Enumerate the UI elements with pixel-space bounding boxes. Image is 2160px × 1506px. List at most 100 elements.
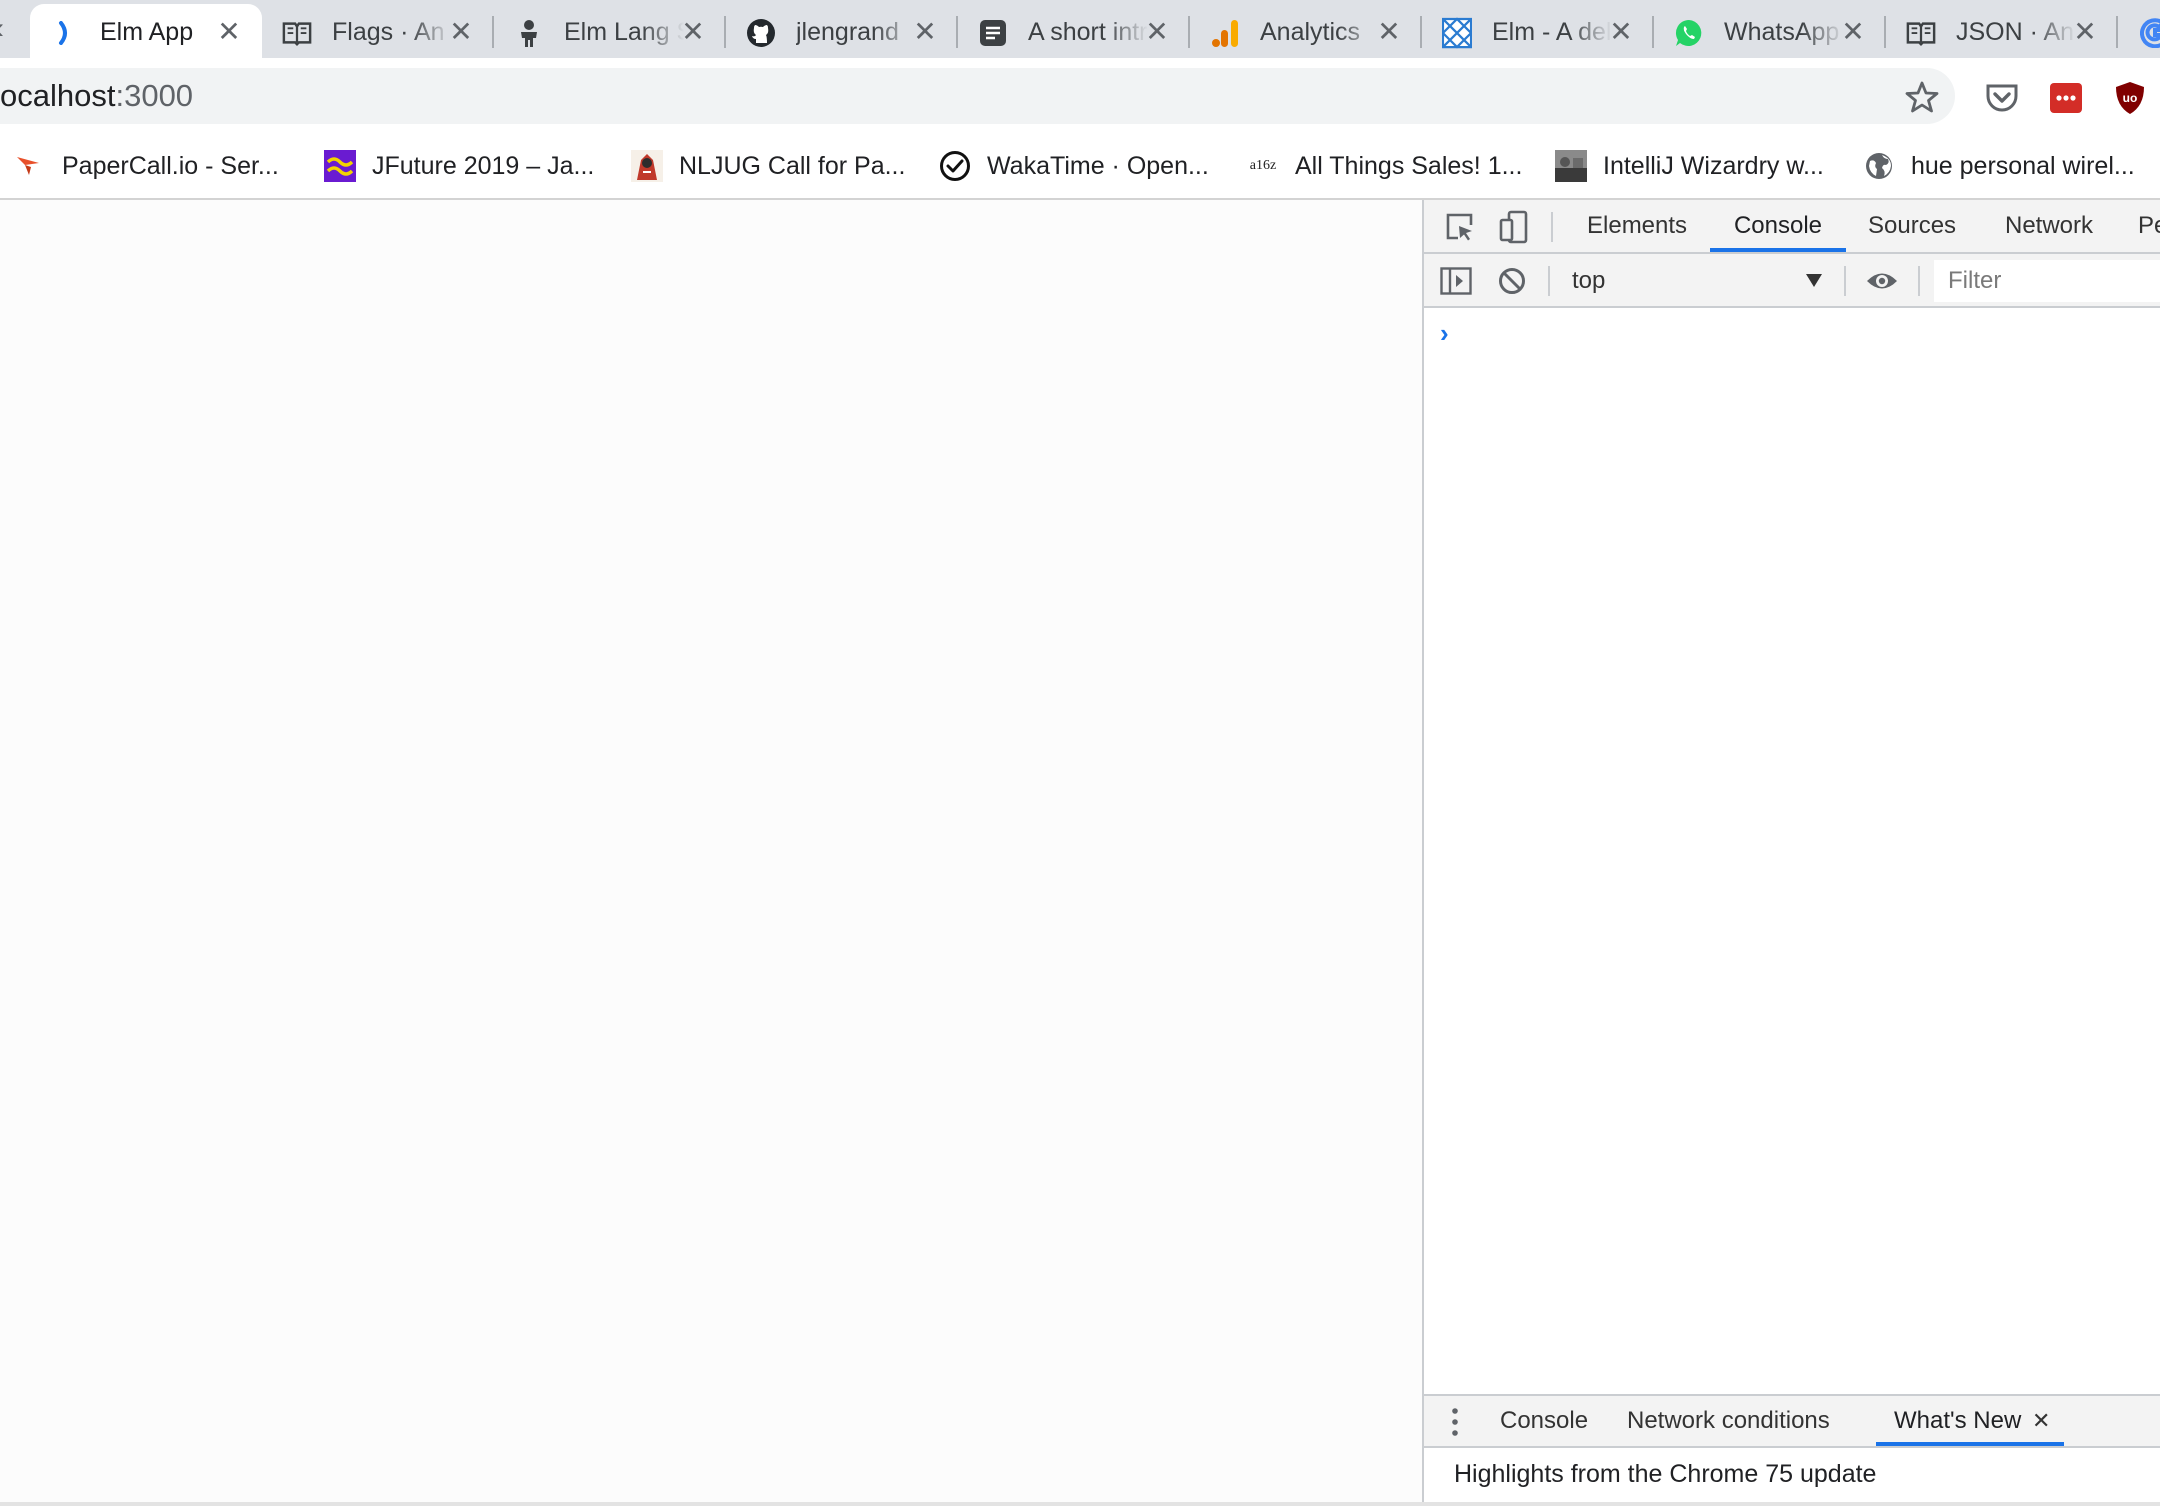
close-icon[interactable]: ✕ <box>214 17 244 47</box>
book-icon <box>1906 18 1936 48</box>
bookmark-intellij-wizardry[interactable]: IntelliJ Wizardry w... <box>1555 144 1824 188</box>
url-host: ocalhost <box>0 78 116 113</box>
devtools-drawer: Console Network conditions What's New ✕ … <box>1424 1394 2160 1506</box>
bookmark-wakatime[interactable]: WakaTime · Open... <box>939 144 1209 188</box>
whats-new-panel: Highlights from the Chrome 75 update <box>1424 1448 2160 1506</box>
address-bar[interactable]: ocalhost:3000 <box>0 68 1955 124</box>
inspect-element-icon[interactable] <box>1442 209 1478 245</box>
close-icon[interactable]: ✕ <box>446 17 476 47</box>
tab-elm-delightful[interactable]: Elm - A delightful language ✕ <box>1422 4 1654 58</box>
tab-title: Elm App <box>100 18 194 46</box>
bookmark-papercall[interactable]: PaperCall.io - Ser... <box>14 144 279 188</box>
console-toolbar: top <box>1424 254 2160 308</box>
tab-strip: ‹ Elm App ✕ Flags · An Introduction to E… <box>0 0 2160 58</box>
tab-title: Elm Lang Slack <box>564 18 684 46</box>
document-icon <box>978 18 1008 48</box>
url-port: :3000 <box>115 78 194 113</box>
more-menu-icon[interactable] <box>1450 1406 1460 1438</box>
devtools-panel: Elements Console Sources Network Pe top … <box>1422 200 2160 1506</box>
close-icon[interactable]: ✕ <box>910 17 940 47</box>
bookmark-label: IntelliJ Wizardry w... <box>1603 151 1824 180</box>
toolbar-divider <box>1918 266 1920 296</box>
devtools-tab-bar: Elements Console Sources Network Pe <box>1424 200 2160 254</box>
toolbar-divider <box>1548 266 1550 296</box>
tab-elm-lang-slack[interactable]: Elm Lang Slack ✕ <box>494 4 726 58</box>
bookmark-label: hue personal wirel... <box>1911 151 2135 180</box>
bookmark-label: NLJUG Call for Pa... <box>679 151 906 180</box>
bookmark-all-things-sales[interactable]: a16z All Things Sales! 1... <box>1247 144 1523 188</box>
tab-title: WhatsApp <box>1724 18 1840 46</box>
tab-sources[interactable]: Sources <box>1868 200 1956 252</box>
chevron-left-icon[interactable]: ‹ <box>0 14 4 44</box>
tab-whatsapp[interactable]: WhatsApp ✕ <box>1654 4 1886 58</box>
clear-console-icon[interactable] <box>1494 263 1530 299</box>
show-sidebar-icon[interactable] <box>1438 263 1474 299</box>
tab-title: Analytics <box>1260 18 1361 46</box>
tab-title: Flags · An Introduction to Elm <box>332 18 452 46</box>
bookmark-label: WakaTime · Open... <box>987 151 1209 180</box>
tab-analytics[interactable]: Analytics ✕ <box>1190 4 1422 58</box>
device-toolbar-icon[interactable] <box>1496 209 1532 245</box>
close-icon[interactable]: ✕ <box>2032 1396 2050 1446</box>
close-icon[interactable]: ✕ <box>1606 17 1636 47</box>
intellij-thumbnail-icon <box>1555 150 1587 182</box>
filter-input[interactable] <box>1934 260 2160 302</box>
google-icon[interactable] <box>2140 18 2160 49</box>
bookmarks-bar: PaperCall.io - Ser... JFuture 2019 – Ja.… <box>0 134 2160 200</box>
github-icon <box>746 18 776 48</box>
ublock-icon[interactable]: uo <box>2112 80 2148 116</box>
whatsapp-icon <box>1674 18 1704 48</box>
close-icon[interactable]: ✕ <box>1838 17 1868 47</box>
pocket-icon[interactable] <box>1984 80 2020 116</box>
close-icon[interactable]: ✕ <box>678 17 708 47</box>
globe-icon <box>1863 150 1895 182</box>
papercall-icon <box>14 150 46 182</box>
tab-separator <box>2116 16 2118 48</box>
bookmark-star-icon[interactable] <box>1905 80 1939 114</box>
page-viewport[interactable] <box>0 200 1422 1506</box>
tab-title: A short introduction <box>1028 18 1148 46</box>
browser-toolbar: ocalhost:3000 uo <box>0 58 2160 134</box>
tab-title: JSON · An Introduction to Elm <box>1956 18 2076 46</box>
nljug-icon <box>631 150 663 182</box>
bookmark-hue[interactable]: hue personal wirel... <box>1863 144 2135 188</box>
svg-text:uo: uo <box>2123 91 2138 105</box>
person-icon <box>514 18 544 48</box>
analytics-icon <box>1210 18 1240 48</box>
elm-logo-icon <box>50 18 80 48</box>
lastpass-icon[interactable] <box>2048 80 2084 116</box>
wakatime-icon <box>939 150 971 182</box>
dropdown-arrow-icon <box>1806 274 1822 287</box>
url-text[interactable]: ocalhost:3000 <box>0 78 193 114</box>
console-prompt[interactable]: › <box>1440 318 1449 348</box>
tab-elements[interactable]: Elements <box>1587 200 1687 252</box>
tab-flags[interactable]: Flags · An Introduction to Elm ✕ <box>262 4 494 58</box>
tab-short-intro[interactable]: A short introduction ✕ <box>958 4 1190 58</box>
tab-console[interactable]: Console <box>1710 200 1846 252</box>
close-icon[interactable]: ✕ <box>1142 17 1172 47</box>
highlights-text: Highlights from the Chrome 75 update <box>1454 1460 1877 1488</box>
tab-title: Elm - A delightful language <box>1492 18 1612 46</box>
elm-blue-icon <box>1442 17 1472 49</box>
tab-performance[interactable]: Pe <box>2138 200 2160 252</box>
drawer-tab-console[interactable]: Console <box>1500 1396 1588 1446</box>
a16z-icon: a16z <box>1249 158 1277 173</box>
tab-jlengrand[interactable]: jlengrand ✕ <box>726 4 958 58</box>
toolbar-divider <box>1844 266 1846 296</box>
live-expression-eye-icon[interactable] <box>1864 263 1900 299</box>
bookmark-jfuture[interactable]: JFuture 2019 – Ja... <box>324 144 594 188</box>
toolbar-divider <box>1551 212 1553 242</box>
tab-json[interactable]: JSON · An Introduction to Elm ✕ <box>1886 4 2118 58</box>
drawer-tab-network-conditions[interactable]: Network conditions <box>1627 1396 1830 1446</box>
bookmark-label: PaperCall.io - Ser... <box>62 151 279 180</box>
bookmark-label: All Things Sales! 1... <box>1295 151 1523 180</box>
tab-title: jlengrand <box>796 18 899 46</box>
book-icon <box>282 18 312 48</box>
tab-elm-app[interactable]: Elm App ✕ <box>30 4 262 58</box>
drawer-tab-bar: Console Network conditions What's New ✕ <box>1424 1394 2160 1448</box>
close-icon[interactable]: ✕ <box>1374 17 1404 47</box>
tab-network[interactable]: Network <box>2005 200 2093 252</box>
bookmark-nljug[interactable]: NLJUG Call for Pa... <box>631 144 905 188</box>
context-selector[interactable]: top <box>1564 262 1834 300</box>
close-icon[interactable]: ✕ <box>2070 17 2100 47</box>
